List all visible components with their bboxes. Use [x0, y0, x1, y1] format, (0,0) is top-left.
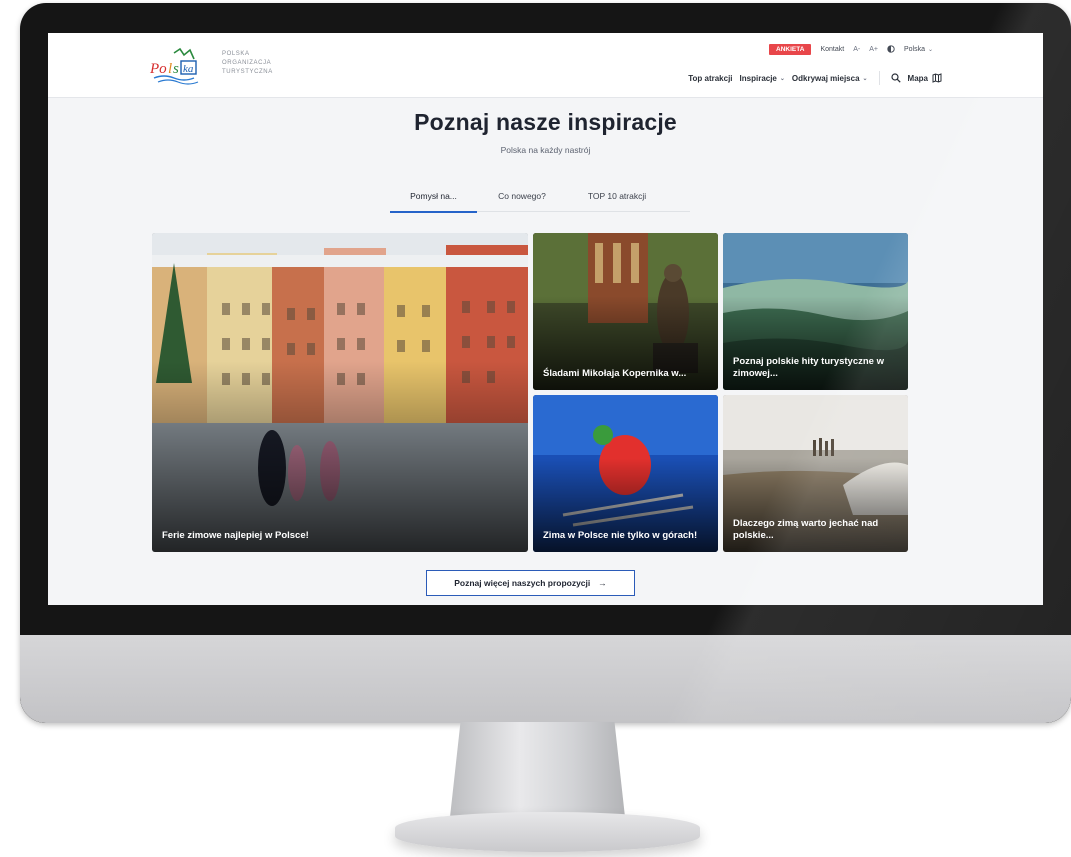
tab-bar: Pomysł na... Co nowego? TOP 10 atrakcji: [390, 185, 690, 213]
org-line-1: POLSKA: [222, 51, 250, 57]
card-winter-not-only-mountains[interactable]: Zima w Polsce nie tylko w górach!: [533, 395, 718, 552]
monitor-stand-base: [395, 812, 700, 852]
page-subtitle: Polska na każdy nastrój: [500, 145, 591, 155]
card-winter-holidays[interactable]: Ferie zimowe najlepiej w Polsce!: [152, 233, 528, 552]
contact-link[interactable]: Kontakt: [820, 46, 844, 53]
nav-divider: [878, 71, 880, 85]
monitor-stand-neck: [450, 722, 625, 817]
svg-text:ka: ka: [183, 63, 194, 75]
nav-discover-label: Odkrywaj miejsca: [791, 73, 860, 83]
organization-name: POLSKA ORGANIZACJA TURYSTYCZNA: [222, 50, 273, 77]
more-proposals-label: Poznaj więcej naszych propozycji: [454, 578, 591, 588]
arrow-right-icon: →: [598, 578, 607, 588]
card-title: Śladami Mikołaja Kopernika w...: [543, 368, 687, 379]
monitor-frame: Po l s ka POLSKA ORGANIZACJA TURYSTYCZNA…: [20, 3, 1071, 723]
nav-inspirations[interactable]: Inspiracje ⌄: [740, 74, 785, 83]
font-larger-button[interactable]: A+: [869, 46, 878, 53]
nav-discover-places[interactable]: Odkrywaj miejsca ⌄: [792, 74, 868, 83]
card-title: Dlaczego zimą warto jechać nad polskie..…: [733, 518, 879, 541]
org-line-3: TURYSTYCZNA: [222, 69, 273, 75]
language-select[interactable]: Polska ⌄: [904, 46, 933, 53]
search-icon[interactable]: [890, 73, 901, 83]
browser-screen: Po l s ka POLSKA ORGANIZACJA TURYSTYCZNA…: [48, 33, 1043, 605]
map-label: Mapa: [907, 73, 928, 83]
tab-whats-new[interactable]: Co nowego?: [477, 185, 567, 211]
tab-top-10[interactable]: TOP 10 atrakcji: [567, 185, 667, 211]
chevron-down-icon: ⌄: [862, 75, 868, 82]
contrast-icon[interactable]: [887, 45, 895, 53]
card-gradient: [152, 360, 528, 552]
svg-text:l: l: [168, 61, 172, 77]
tab-ideas[interactable]: Pomysł na...: [390, 185, 477, 213]
card-sea-in-winter[interactable]: Dlaczego zimą warto jechać nad polskie..…: [723, 395, 908, 552]
svg-text:Po: Po: [149, 61, 167, 77]
map-icon: [932, 73, 942, 83]
org-line-2: ORGANIZACJA: [222, 60, 272, 66]
monitor-chin: [20, 635, 1071, 723]
card-title: Poznaj polskie hity turystyczne w zimowe…: [733, 356, 884, 379]
utility-bar: ANKIETA Kontakt A- A+ Polska ⌄: [769, 42, 933, 56]
page-title: Poznaj nasze inspiracje: [414, 109, 677, 135]
card-title: Ferie zimowe najlepiej w Polsce!: [162, 530, 309, 541]
survey-button[interactable]: ANKIETA: [769, 43, 812, 55]
polska-logo[interactable]: Po l s ka: [148, 47, 210, 85]
card-winter-hits[interactable]: Poznaj polskie hity turystyczne w zimowe…: [723, 233, 908, 390]
card-title: Zima w Polsce nie tylko w górach!: [543, 530, 698, 541]
nav-top-attractions[interactable]: Top atrakcji: [688, 74, 732, 83]
chevron-down-icon: ⌄: [927, 46, 933, 53]
language-label: Polska: [903, 45, 925, 53]
font-smaller-button[interactable]: A-: [853, 46, 860, 53]
main-navigation: Top atrakcji Inspiracje ⌄ Odkrywaj miejsc…: [688, 71, 942, 85]
svg-text:s: s: [173, 61, 179, 77]
nav-inspirations-label: Inspiracje: [739, 73, 777, 83]
more-proposals-button[interactable]: Poznaj więcej naszych propozycji →: [426, 570, 635, 596]
site-header: Po l s ka POLSKA ORGANIZACJA TURYSTYCZNA…: [48, 33, 1043, 98]
map-link[interactable]: Mapa: [908, 73, 942, 83]
chevron-down-icon: ⌄: [779, 75, 785, 82]
card-copernicus[interactable]: Śladami Mikołaja Kopernika w...: [533, 233, 718, 390]
